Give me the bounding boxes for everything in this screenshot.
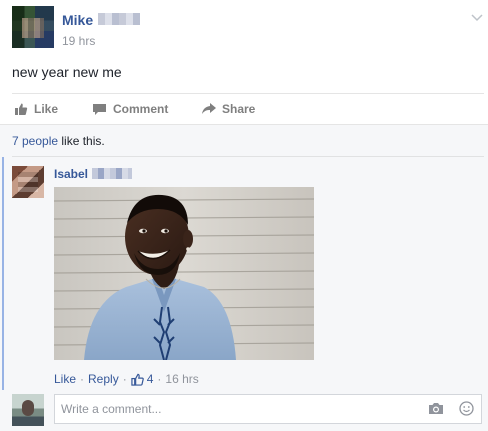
thumbs-up-outline-icon[interactable] <box>131 373 144 386</box>
comment-actions: Like · Reply · 4 · 16 hrs <box>54 372 199 386</box>
comment-thread-indicator <box>2 157 4 390</box>
comment-reply-link[interactable]: Reply <box>88 372 119 386</box>
thumbs-up-icon <box>15 103 28 115</box>
separator-dot: · <box>122 372 127 386</box>
comment-like-link[interactable]: Like <box>54 372 76 386</box>
share-button[interactable]: Share <box>201 101 255 117</box>
comment-like-count[interactable]: 4 <box>147 372 154 386</box>
separator-dot: · <box>80 372 85 386</box>
comment-timestamp[interactable]: 16 hrs <box>165 372 198 386</box>
likes-suffix: like this. <box>58 134 105 148</box>
comment-photo[interactable] <box>54 187 314 360</box>
post-timestamp[interactable]: 19 hrs <box>62 34 95 48</box>
post-text: new year new me <box>12 64 122 80</box>
comment-label: Comment <box>113 102 169 116</box>
share-arrow-icon <box>202 103 216 114</box>
action-divider <box>12 93 484 94</box>
comment-input-placeholder: Write a comment... <box>61 402 162 416</box>
author-avatar[interactable] <box>12 6 54 48</box>
like-button[interactable]: Like <box>14 101 58 117</box>
current-user-avatar <box>12 394 44 426</box>
likes-summary: 7 people like this. <box>12 134 105 148</box>
speech-bubble-icon <box>93 103 106 115</box>
comment-button[interactable]: Comment <box>92 101 168 117</box>
commenter-name-redacted <box>92 168 132 179</box>
likes-count-link[interactable]: 7 people <box>12 134 58 148</box>
chevron-down-icon[interactable] <box>470 12 484 24</box>
author-name[interactable]: Mike <box>62 12 93 28</box>
commenter-avatar[interactable] <box>12 166 44 198</box>
camera-icon[interactable] <box>428 402 444 415</box>
share-label: Share <box>222 102 256 116</box>
like-label: Like <box>34 102 59 116</box>
emoji-icon[interactable] <box>459 401 474 416</box>
separator-dot: · <box>157 372 162 386</box>
likes-divider <box>12 156 484 157</box>
author-name-redacted <box>98 13 140 25</box>
commenter-name[interactable]: Isabel <box>54 167 88 181</box>
